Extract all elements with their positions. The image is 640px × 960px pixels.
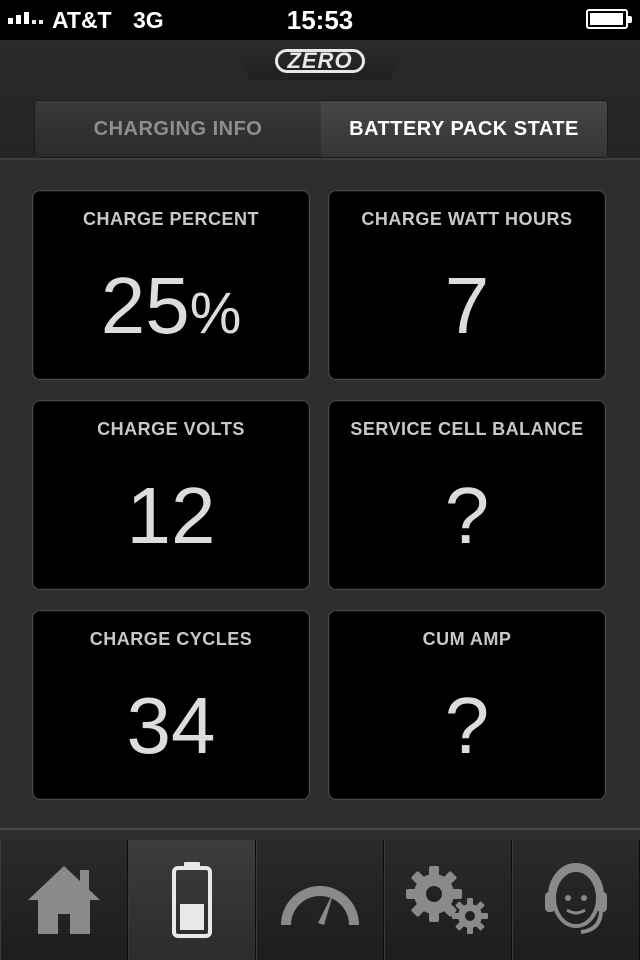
tab-battery[interactable]	[128, 840, 256, 960]
tile-charge-volts: CHARGE VOLTS 12	[32, 400, 310, 590]
status-battery-icon	[586, 9, 632, 29]
battery-icon	[172, 862, 212, 938]
header: ZERO CHARGING INFO BATTERY PACK STATE	[0, 40, 640, 160]
tile-value: ?	[444, 471, 490, 560]
header-divider	[0, 158, 640, 160]
tile-label: CUM AMP	[422, 629, 512, 649]
support-headset-icon	[545, 863, 607, 934]
speedometer-icon	[281, 886, 359, 926]
tile-value: 7	[444, 261, 490, 350]
tile-value: 25%	[33, 261, 309, 359]
home-icon	[28, 866, 100, 934]
tile-service-cell-balance: SERVICE CELL BALANCE ?	[328, 400, 606, 590]
tile-charge-watt-hours: CHARGE WATT HOURS 7	[328, 190, 606, 380]
gears-icon	[406, 866, 488, 934]
tile-cum-amp: CUM AMP ?	[328, 610, 606, 800]
tile-label: SERVICE CELL BALANCE	[350, 419, 584, 439]
tab-charging-info[interactable]: CHARGING INFO	[35, 101, 321, 157]
status-bar: AT&T 3G 15:53	[0, 0, 640, 40]
charge-percent-unit: %	[189, 281, 242, 346]
segmented-control: CHARGING INFO BATTERY PACK STATE	[34, 100, 608, 158]
tile-label: CHARGE CYCLES	[89, 629, 253, 649]
tab-battery-pack-state[interactable]: BATTERY PACK STATE	[321, 101, 607, 157]
status-time: 15:53	[286, 5, 354, 35]
tab-speedometer[interactable]	[256, 840, 384, 960]
brand-logo: ZERO	[0, 48, 640, 74]
app-screen: AT&T 3G 15:53 ZERO CHARGING INFO BATTERY…	[0, 0, 640, 960]
tab-home[interactable]	[0, 840, 128, 960]
tile-label: CHARGE VOLTS	[97, 419, 245, 439]
battery-stats-grid: CHARGE PERCENT 25% CHARGE WATT HOURS 7 C…	[32, 190, 608, 800]
tile-charge-percent: CHARGE PERCENT 25%	[32, 190, 310, 380]
tile-label: CHARGE WATT HOURS	[361, 209, 573, 229]
tab-support[interactable]	[512, 840, 640, 960]
tile-value: 34	[126, 681, 216, 770]
tabbar-divider	[0, 828, 640, 830]
tile-charge-cycles: CHARGE CYCLES 34	[32, 610, 310, 800]
tile-label: CHARGE PERCENT	[82, 209, 259, 229]
tile-value: ?	[444, 681, 490, 770]
tab-settings[interactable]	[384, 840, 512, 960]
charge-percent-value: 25	[100, 261, 190, 350]
tab-bar	[0, 840, 640, 960]
brand-logo-text: ZERO	[275, 49, 365, 73]
tile-value: 12	[126, 471, 216, 560]
